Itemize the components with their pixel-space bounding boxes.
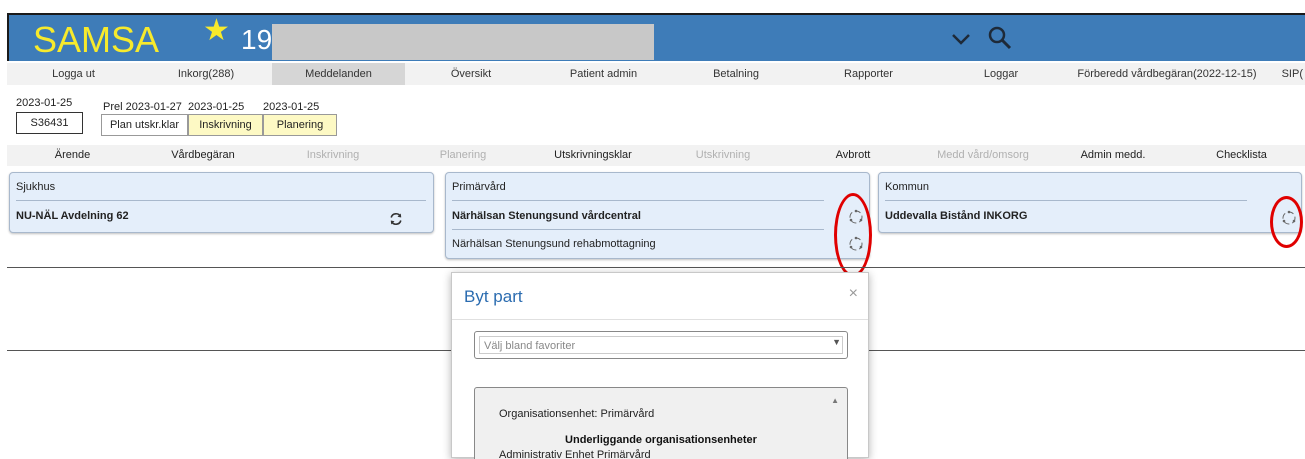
nav-logout[interactable]: Logga ut bbox=[7, 63, 140, 85]
nav-messages[interactable]: Meddelanden bbox=[272, 63, 405, 85]
refresh-icon[interactable] bbox=[388, 211, 404, 227]
case-subnav: Ärende Vårdbegäran Inskrivning Planering… bbox=[7, 145, 1305, 166]
tab-inskrivning: Inskrivning bbox=[306, 149, 360, 161]
org-unit-list[interactable]: ▲ Organisationsenhet: Primärvård Underli… bbox=[474, 387, 848, 459]
panel-kommun: Kommun Uddevalla Bistånd INKORG bbox=[878, 172, 1302, 233]
main-nav: Logga ut Inkorg(288) Meddelanden Översik… bbox=[7, 63, 1305, 85]
dialog-title: Byt part bbox=[464, 287, 523, 306]
tab-utskrivning: Utskrivning bbox=[695, 149, 751, 161]
divider bbox=[7, 267, 1305, 268]
app-header: SAMSA ★ 19 bbox=[7, 13, 1305, 61]
favorites-select-value[interactable]: Välj bland favoriter bbox=[479, 336, 843, 354]
stage-planning[interactable]: Planering bbox=[263, 114, 337, 136]
panel-title: Sjukhus bbox=[16, 181, 56, 193]
divider bbox=[16, 200, 426, 201]
highlight-oval bbox=[834, 193, 872, 277]
panel-title: Kommun bbox=[885, 181, 930, 193]
tab-medd-vard-omsorg: Medd vård/omsorg bbox=[937, 149, 1029, 161]
scroll-up-icon[interactable]: ▲ bbox=[831, 396, 839, 405]
panel-primarvard: Primärvård Närhälsan Stenungsund vårdcen… bbox=[445, 172, 870, 259]
stage-date-discharge-ready: Prel 2023-01-27 bbox=[103, 101, 182, 113]
star-icon[interactable]: ★ bbox=[203, 13, 230, 48]
close-icon[interactable]: × bbox=[849, 285, 858, 303]
case-id[interactable]: S36431 bbox=[16, 112, 83, 134]
switch-party-dialog: Byt part × Välj bland favoriter ▼ ▲ Orga… bbox=[451, 272, 869, 459]
nav-patient-admin[interactable]: Patient admin bbox=[537, 63, 670, 85]
tab-vardbegaran[interactable]: Vårdbegäran bbox=[138, 145, 268, 166]
search-icon[interactable] bbox=[987, 25, 1013, 51]
tab-utskrivningsklar[interactable]: Utskrivningsklar bbox=[528, 145, 658, 166]
chevron-down-icon[interactable] bbox=[949, 29, 973, 49]
nav-payment[interactable]: Betalning bbox=[670, 63, 802, 85]
dropdown-caret-icon[interactable]: ▼ bbox=[832, 337, 841, 347]
party-row[interactable]: Närhälsan Stenungsund rehabmottagning bbox=[452, 238, 656, 250]
divider bbox=[452, 200, 824, 201]
case-date: 2023-01-25 bbox=[16, 97, 73, 109]
nav-reports[interactable]: Rapporter bbox=[802, 63, 935, 85]
party-row[interactable]: Uddevalla Bistånd INKORG bbox=[885, 210, 1027, 222]
tab-admin-medd[interactable]: Admin medd. bbox=[1048, 145, 1178, 166]
patient-name-field bbox=[272, 24, 654, 60]
divider bbox=[452, 229, 824, 230]
tab-avbrott[interactable]: Avbrott bbox=[788, 145, 918, 166]
stage-date-admission: 2023-01-25 bbox=[188, 101, 245, 113]
nav-logs[interactable]: Loggar bbox=[935, 63, 1067, 85]
favorite-count: 19 bbox=[241, 24, 273, 55]
nav-sip[interactable]: SIP( bbox=[1267, 63, 1305, 85]
highlight-oval bbox=[1270, 196, 1303, 248]
nav-prepared-care-request[interactable]: Förberedd vårdbegäran(2022-12-15) bbox=[1067, 63, 1267, 85]
favorites-select[interactable]: Välj bland favoriter ▼ bbox=[474, 331, 848, 359]
nav-inbox[interactable]: Inkorg(288) bbox=[140, 63, 272, 85]
divider bbox=[885, 200, 1247, 201]
party-row[interactable]: NU-NÄL Avdelning 62 bbox=[16, 210, 129, 222]
divider bbox=[452, 319, 868, 320]
stage-admission[interactable]: Inskrivning bbox=[188, 114, 263, 136]
org-unit-label: Organisationsenhet: Primärvård bbox=[499, 408, 655, 420]
tab-planering: Planering bbox=[439, 149, 487, 161]
tab-checklista[interactable]: Checklista bbox=[1178, 145, 1305, 166]
party-row[interactable]: Närhälsan Stenungsund vårdcentral bbox=[452, 210, 641, 222]
panel-title: Primärvård bbox=[452, 181, 506, 193]
app-logo[interactable]: SAMSA bbox=[33, 19, 159, 61]
panel-sjukhus: Sjukhus NU-NÄL Avdelning 62 bbox=[9, 172, 434, 233]
stage-date-planning: 2023-01-25 bbox=[263, 101, 320, 113]
sub-units-heading: Underliggande organisationsenheter bbox=[565, 434, 757, 446]
tab-arende[interactable]: Ärende bbox=[7, 145, 138, 166]
nav-overview[interactable]: Översikt bbox=[405, 63, 537, 85]
stage-discharge-ready[interactable]: Plan utskr.klar bbox=[101, 114, 188, 136]
